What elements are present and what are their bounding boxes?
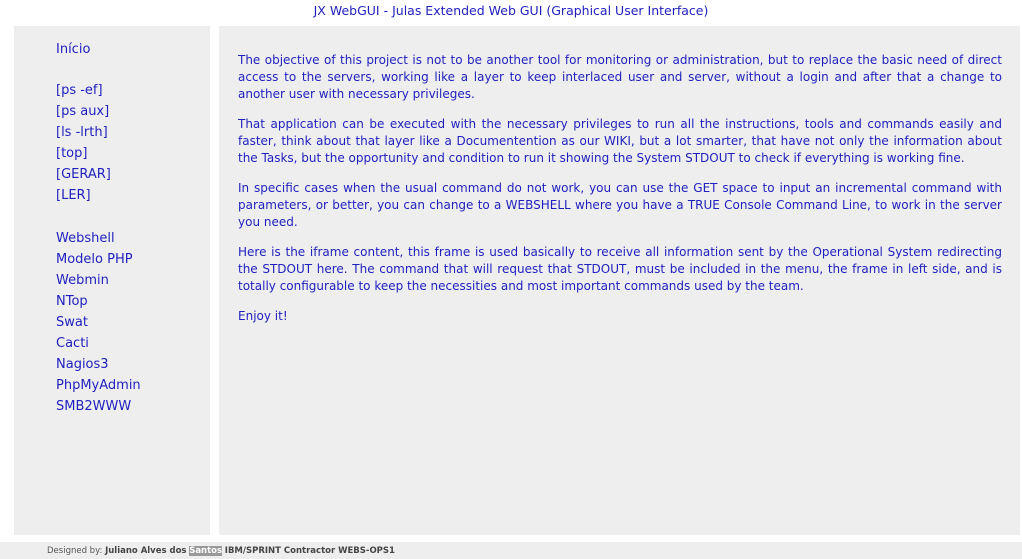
sidebar-item-top[interactable]: [top] <box>56 145 87 162</box>
sidebar-item-ps-aux[interactable]: [ps aux] <box>56 103 109 120</box>
sidebar-item-ls-lrth[interactable]: [ls -lrth] <box>56 124 108 141</box>
footer-org: IBM/SPRINT Contractor WEBS-OPS1 <box>224 546 395 556</box>
sidebar-item-ntop[interactable]: NTop <box>56 293 88 310</box>
sidebar-item-webmin[interactable]: Webmin <box>56 272 109 289</box>
sidebar-item-ps-ef[interactable]: [ps -ef] <box>56 82 103 99</box>
footer-prefix: Designed by: <box>47 546 103 556</box>
footer-credit: Designed by: Juliano Alves dos Santos IB… <box>47 546 395 556</box>
paragraph-privileges: That application can be executed with th… <box>238 117 1002 165</box>
footer-author-highlight: Santos <box>189 546 223 556</box>
sidebar-menu: Início [ps -ef] [ps aux] [ls -lrth] [top… <box>14 26 210 535</box>
sidebar-item-inicio[interactable]: Início <box>56 41 90 58</box>
sidebar-item-smb2www[interactable]: SMB2WWW <box>56 398 131 415</box>
sidebar-item-cacti[interactable]: Cacti <box>56 335 89 352</box>
content-frame: The objective of this project is not to … <box>219 26 1020 535</box>
sidebar-item-phpmyadmin[interactable]: PhpMyAdmin <box>56 377 141 394</box>
sidebar-item-webshell[interactable]: Webshell <box>56 230 115 247</box>
sidebar-item-nagios3[interactable]: Nagios3 <box>56 356 109 373</box>
sidebar-item-modelo-php[interactable]: Modelo PHP <box>56 251 133 268</box>
content-text: The objective of this project is not to … <box>238 52 1002 338</box>
sidebar-item-ler[interactable]: [LER] <box>56 187 91 204</box>
paragraph-enjoy: Enjoy it! <box>238 309 288 323</box>
paragraph-objective: The objective of this project is not to … <box>238 53 1002 101</box>
paragraph-iframe: Here is the iframe content, this frame i… <box>238 245 1002 293</box>
sidebar-item-gerar[interactable]: [GERAR] <box>56 166 111 183</box>
footer-author: Juliano Alves dos <box>105 546 187 556</box>
paragraph-webshell: In specific cases when the usual command… <box>238 181 1002 229</box>
page-title: JX WebGUI - Julas Extended Web GUI (Grap… <box>313 3 709 18</box>
sidebar-item-swat[interactable]: Swat <box>56 314 88 331</box>
footer: Designed by: Juliano Alves dos Santos IB… <box>0 542 1022 559</box>
